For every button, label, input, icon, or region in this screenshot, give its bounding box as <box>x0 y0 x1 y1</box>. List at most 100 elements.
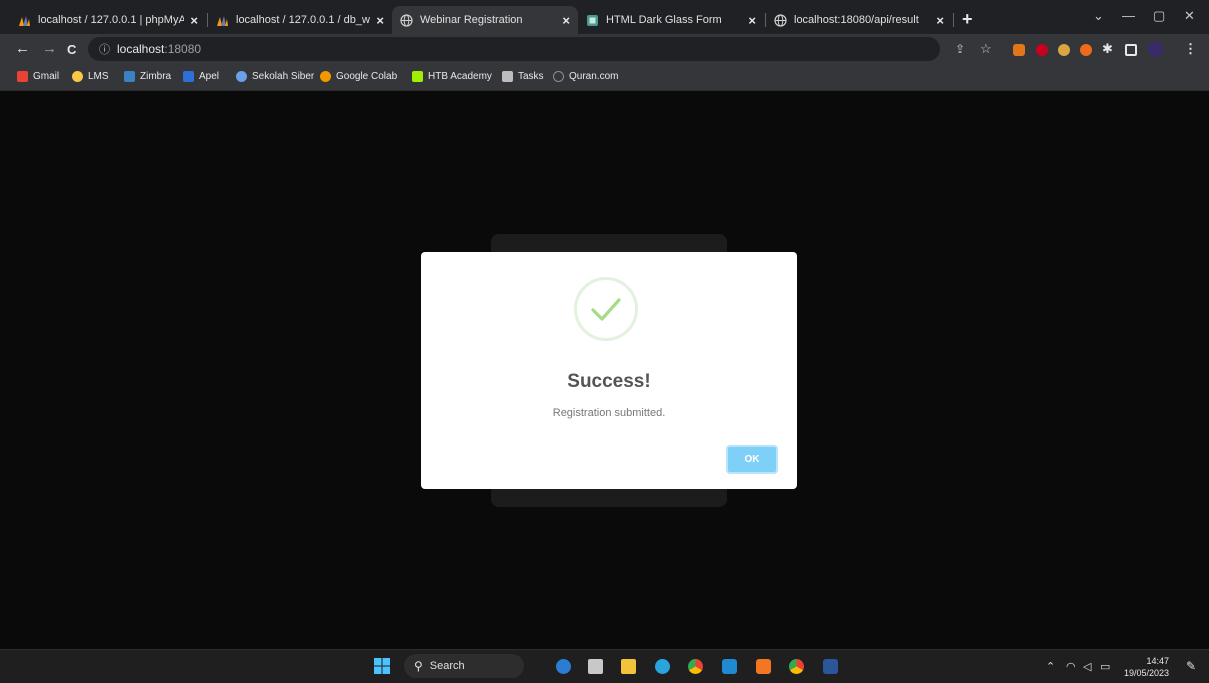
close-tab-icon[interactable]: × <box>562 13 570 28</box>
bookmark-google-colab[interactable]: Google Colab <box>320 71 397 82</box>
fire-extension-icon[interactable] <box>1080 44 1092 56</box>
close-tab-icon[interactable]: × <box>936 13 944 28</box>
success-dialog: Success! Registration submitted. OK <box>421 252 797 489</box>
tab-title: localhost:18080/api/result <box>794 14 919 26</box>
bookmark-htb-academy[interactable]: HTB Academy <box>412 71 492 82</box>
vscode-icon[interactable] <box>722 659 737 674</box>
extensions-puzzle-icon[interactable]: ✱ <box>1102 41 1114 56</box>
back-button[interactable]: ← <box>15 40 30 57</box>
bookmark-label: Google Colab <box>336 71 398 82</box>
tab-search-icon[interactable]: ⌄ <box>1093 8 1104 24</box>
ok-button[interactable]: OK <box>726 445 778 474</box>
bookmark-label: Tasks <box>518 71 544 82</box>
bookmark-label: Sekolah Siber <box>252 71 315 82</box>
side-panel-icon[interactable] <box>1125 44 1137 56</box>
metamask-extension-icon[interactable] <box>1013 44 1025 56</box>
success-check-icon <box>574 277 638 341</box>
tab-phpmyadmin-2[interactable]: localhost / 127.0.0.1 / db_webinar × <box>208 6 392 34</box>
bookmark-apel[interactable]: Apel <box>183 71 219 82</box>
globe-icon <box>774 13 787 27</box>
telegram-icon[interactable] <box>655 659 670 674</box>
tab-webinar-registration[interactable]: Webinar Registration × <box>392 6 578 34</box>
taskbar-search[interactable]: ⚲ Search <box>404 654 524 678</box>
tab-phpmyadmin-1[interactable]: localhost / 127.0.0.1 | phpMyAdmin × <box>10 6 206 34</box>
forward-button[interactable]: → <box>42 40 57 57</box>
reload-button[interactable]: C <box>67 42 76 57</box>
task-view-icon[interactable] <box>588 659 603 674</box>
lms-icon <box>72 71 83 82</box>
apel-icon <box>183 71 194 82</box>
bing-chat-icon[interactable] <box>556 659 571 674</box>
tab-strip: localhost / 127.0.0.1 | phpMyAdmin × loc… <box>0 0 1209 34</box>
tab-title: localhost / 127.0.0.1 / db_webinar <box>236 14 370 26</box>
gmail-icon <box>17 71 28 82</box>
share-icon[interactable]: ⇪ <box>955 42 967 56</box>
windows-start-icon[interactable] <box>374 658 390 674</box>
new-tab-button[interactable]: + <box>962 9 973 30</box>
bookmark-label: Gmail <box>33 71 60 82</box>
bookmark-zimbra[interactable]: Zimbra <box>124 71 171 82</box>
bookmark-lms[interactable]: LMS <box>72 71 109 82</box>
system-clock[interactable]: 14:47 19/05/2023 <box>1124 655 1169 679</box>
minimize-button[interactable]: — <box>1122 8 1135 23</box>
wifi-icon[interactable]: ◠ <box>1066 660 1076 673</box>
zimbra-icon <box>124 71 135 82</box>
bookmark-quran[interactable]: Quran.com <box>553 71 618 82</box>
close-tab-icon[interactable]: × <box>190 13 198 28</box>
search-icon: ⚲ <box>414 659 423 673</box>
colab-icon <box>320 71 331 82</box>
bookmarks-bar: Gmail LMS Zimbra Apel Sekolah Siber Goog… <box>0 64 1209 91</box>
bookmark-label: Zimbra <box>140 71 172 82</box>
htb-icon <box>412 71 423 82</box>
browser-menu-icon[interactable]: ⋮ <box>1184 41 1197 56</box>
tab-title: HTML Dark Glass Form <box>606 14 722 26</box>
close-tab-icon[interactable]: × <box>748 13 756 28</box>
word-icon[interactable] <box>823 659 838 674</box>
sekolah-siber-icon <box>236 71 247 82</box>
address-port: :18080 <box>164 42 202 56</box>
dialog-message: Registration submitted. <box>552 407 666 419</box>
profile-avatar[interactable] <box>1148 42 1163 57</box>
cookie-extension-icon[interactable] <box>1058 44 1070 56</box>
browser-toolbar: ← → C ⓘ localhost:18080 ⇪ ☆ ✱ ⋮ <box>0 34 1209 64</box>
dialog-title: Success! <box>567 371 651 392</box>
close-tab-icon[interactable]: × <box>376 13 384 28</box>
site-info-icon[interactable]: ⓘ <box>99 41 110 57</box>
quran-icon <box>553 71 564 82</box>
bookmark-gmail[interactable]: Gmail <box>17 71 59 82</box>
tab-html-dark-glass-form[interactable]: HTML Dark Glass Form × <box>578 6 764 34</box>
bookmark-star-icon[interactable]: ☆ <box>980 41 992 56</box>
bookmark-label: LMS <box>88 71 109 82</box>
ublock-extension-icon[interactable] <box>1036 44 1048 56</box>
phpmyadmin-icon <box>216 14 229 27</box>
tab-title: Webinar Registration <box>420 14 523 26</box>
bookmark-label: HTB Academy <box>428 71 492 82</box>
close-window-button[interactable]: ✕ <box>1184 8 1195 24</box>
battery-icon[interactable]: ▭ <box>1100 660 1110 673</box>
windows-taskbar: ⚲ Search ⌃ ◠ ◁ ▭ 14:47 19/05/2023 ✎ <box>0 649 1209 683</box>
tab-api-result[interactable]: localhost:18080/api/result × <box>766 6 952 34</box>
search-label: Search <box>429 660 465 672</box>
tasks-icon <box>502 71 513 82</box>
volume-icon[interactable]: ◁ <box>1083 660 1091 673</box>
codepen-icon <box>586 14 599 27</box>
bookmark-tasks[interactable]: Tasks <box>502 71 544 82</box>
address-bar[interactable]: ⓘ localhost:18080 <box>88 37 940 61</box>
tray-overflow-icon[interactable]: ⌃ <box>1046 660 1055 673</box>
maximize-button[interactable]: ▢ <box>1153 8 1165 24</box>
clock-time: 14:47 <box>1146 656 1170 666</box>
chrome-icon[interactable] <box>688 659 703 674</box>
clock-date: 19/05/2023 <box>1124 668 1170 678</box>
globe-icon <box>400 13 413 27</box>
page-content: Success! Registration submitted. OK <box>0 91 1209 649</box>
tab-separator <box>953 13 954 27</box>
bookmark-label: Quran.com <box>569 71 619 82</box>
address-host: localhost <box>117 42 165 56</box>
notification-icon[interactable]: ✎ <box>1186 659 1196 673</box>
tab-title: localhost / 127.0.0.1 | phpMyAdmin <box>38 14 185 26</box>
chrome-profile-icon[interactable] <box>789 659 804 674</box>
phpmyadmin-icon <box>18 14 31 27</box>
bookmark-sekolah-siber[interactable]: Sekolah Siber <box>236 71 314 82</box>
xampp-icon[interactable] <box>756 659 771 674</box>
file-explorer-icon[interactable] <box>621 659 636 674</box>
